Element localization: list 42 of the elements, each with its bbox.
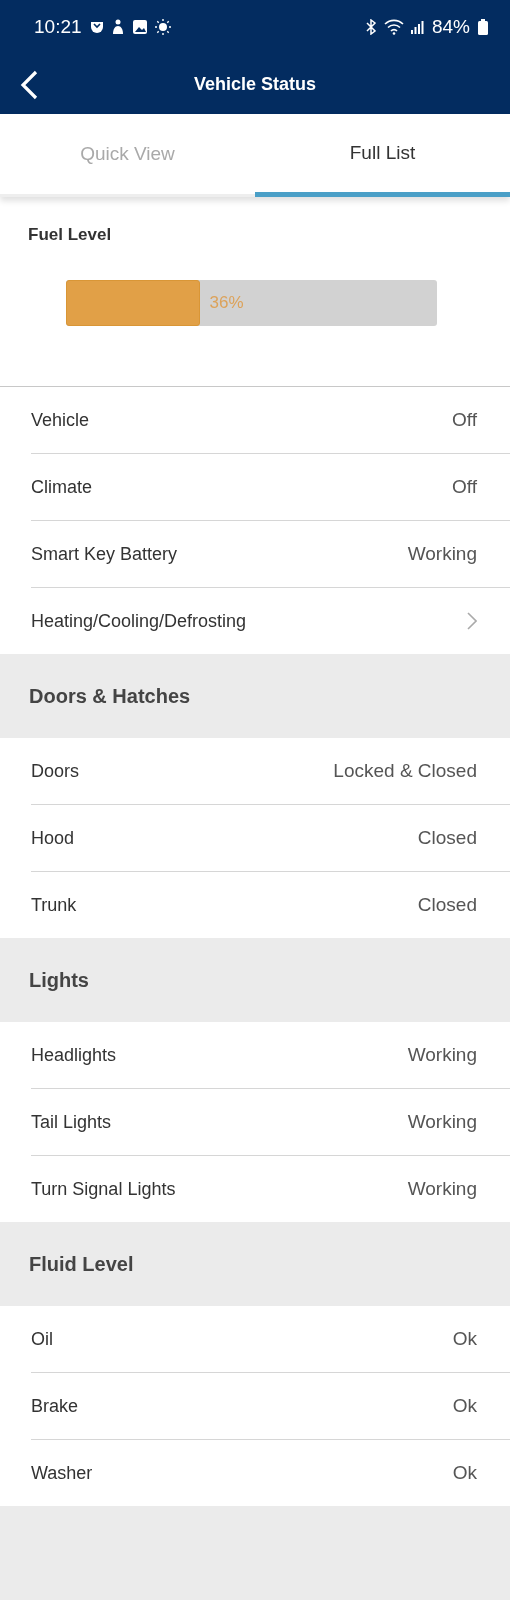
row-value: Off (452, 476, 477, 498)
row-value: Working (407, 1178, 477, 1200)
row-value: Working (407, 1044, 477, 1066)
row-value: Working (407, 543, 477, 565)
clock: 10:21 (34, 16, 82, 38)
row-label: Hood (31, 827, 75, 849)
shield-icon (89, 20, 104, 34)
battery-percent: 84% (431, 16, 470, 38)
row-label: Doors (31, 760, 79, 782)
row-label: Smart Key Battery (31, 543, 178, 565)
bluetooth-icon (364, 19, 377, 35)
row-label: Tail Lights (31, 1111, 112, 1133)
section-header: Lights (28, 967, 90, 993)
fuel-title: Fuel Level (28, 225, 113, 245)
row-value: Working (407, 1111, 477, 1133)
signal-icon (410, 20, 424, 34)
row-label: Brake (31, 1395, 79, 1417)
row-value: Ok (452, 1462, 477, 1484)
row-label: Headlights (31, 1044, 117, 1066)
row-value: Locked & Closed (333, 760, 477, 782)
image-icon (131, 19, 148, 35)
row-label: Turn Signal Lights (31, 1178, 176, 1200)
screen-title: Vehicle Status (193, 73, 317, 95)
row-label: Oil (31, 1328, 53, 1350)
sun-icon (154, 19, 171, 35)
row-label[interactable]: Heating/Cooling/Defrosting (31, 610, 247, 632)
section-header: Fluid Level (28, 1251, 135, 1277)
tab[interactable]: Full List (255, 114, 510, 197)
row-label: Climate (31, 476, 92, 498)
figure-icon (110, 19, 125, 35)
row-label: Trunk (31, 894, 77, 916)
row-value: Ok (452, 1395, 477, 1417)
row-label: Washer (31, 1462, 93, 1484)
row-value: Ok (452, 1328, 477, 1350)
wifi-icon (383, 19, 404, 35)
fuel-reading: 36% (209, 293, 244, 313)
battery-icon (478, 19, 488, 35)
row-value: Closed (417, 827, 477, 849)
row-value: Off (452, 409, 477, 431)
row-value: Closed (417, 894, 477, 916)
row-label: Vehicle (31, 409, 90, 431)
section-header: Doors & Hatches (28, 683, 192, 709)
